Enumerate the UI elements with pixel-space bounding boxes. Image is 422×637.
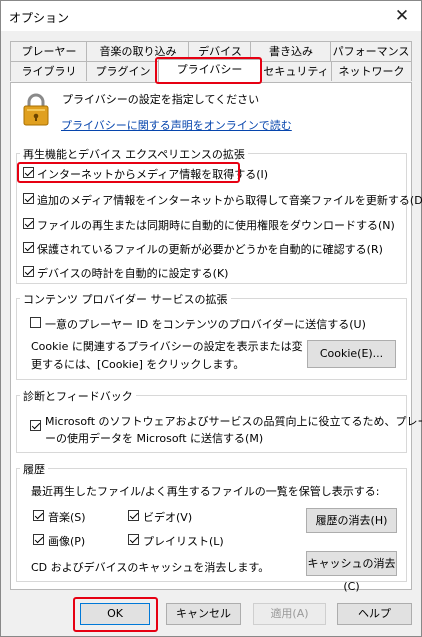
history-music-label[interactable]: 音楽(S) [48,509,86,525]
history-playlists-checkbox[interactable] [128,534,139,545]
check-protected-label[interactable]: 保護されているファイルの更新が必要かどうかを自動的に確認する(R) [37,241,383,257]
tab-library[interactable]: ライブラリ [10,61,88,81]
tab-security[interactable]: セキュリティ [259,61,333,81]
unique-id-label[interactable]: 一意のプレーヤー ID をコンテンツのプロバイダーに送信する(U) [45,316,366,332]
cookie-button[interactable]: Cookie(E)... [307,340,396,368]
tab-burn[interactable]: 書き込み [250,41,332,61]
media-info-highlight [17,162,240,183]
clear-history-button[interactable]: 履歴の消去(H) [306,508,397,533]
update-music-files-checkbox[interactable] [23,193,34,204]
unique-id-checkbox[interactable] [30,317,41,328]
tab-player[interactable]: プレーヤー [10,41,88,61]
history-group-title: 履歴 [20,461,48,477]
close-button[interactable]: ✕ [389,5,415,27]
send-usage-data-line2[interactable]: ーの使用データを Microsoft に送信する(M) [45,430,263,446]
ok-button-highlight [73,597,158,632]
cache-description: CD およびデバイスのキャッシュを消去します。 [31,561,270,574]
title-bar: オプション ✕ [1,1,421,31]
send-usage-data-line1[interactable]: Microsoft のソフトウェアおよびサービスの品質向上に役立てるため、プレー… [45,413,422,429]
tab-plugins[interactable]: プラグイン [86,61,160,81]
device-clock-label[interactable]: デバイスの時計を自動的に設定する(K) [37,265,228,281]
device-clock-checkbox[interactable] [23,266,34,277]
help-button[interactable]: ヘルプ [337,603,412,625]
diagnostics-group-title: 診断とフィードバック [20,388,136,404]
download-rights-label[interactable]: ファイルの再生または同期時に自動的に使用権限をダウンロードする(N) [37,217,395,233]
content-provider-group-title: コンテンツ プロバイダー サービスの拡張 [20,291,231,307]
history-pictures-checkbox[interactable] [33,534,44,545]
history-music-checkbox[interactable] [33,510,44,521]
tab-performance[interactable]: パフォーマンス [330,41,412,61]
cookie-text-line1: Cookie に関連するプライバシーの設定を表示または変 [31,340,303,353]
history-video-checkbox[interactable] [128,510,139,521]
tab-network[interactable]: ネットワーク [331,61,412,81]
clear-cache-button[interactable]: キャッシュの消去(C) [306,551,397,593]
history-video-label[interactable]: ビデオ(V) [143,509,192,525]
send-usage-data-checkbox[interactable] [30,420,41,431]
download-rights-checkbox[interactable] [23,218,34,229]
history-playlists-label[interactable]: プレイリスト(L) [143,533,224,549]
check-protected-checkbox[interactable] [23,242,34,253]
lock-icon [23,93,49,126]
cancel-button[interactable]: キャンセル [166,603,241,625]
playback-group-title: 再生機能とデバイス エクスペリエンスの拡張 [20,146,248,162]
history-description: 最近再生したファイル/よく再生するファイルの一覧を保管し表示する: [31,485,380,498]
privacy-tab-highlight [155,57,262,84]
privacy-description: プライバシーの設定を指定してください [62,93,260,106]
privacy-statement-link[interactable]: プライバシーに関する声明をオンラインで読む [61,117,292,133]
history-pictures-label[interactable]: 画像(P) [48,533,85,549]
apply-button[interactable]: 適用(A) [253,603,326,625]
update-music-files-label[interactable]: 追加のメディア情報をインターネットから取得して音楽ファイルを更新する(D) [37,192,422,208]
window-title: オプション [9,11,70,25]
cookie-text-line2: 更するには、[Cookie] をクリックします。 [31,358,245,371]
